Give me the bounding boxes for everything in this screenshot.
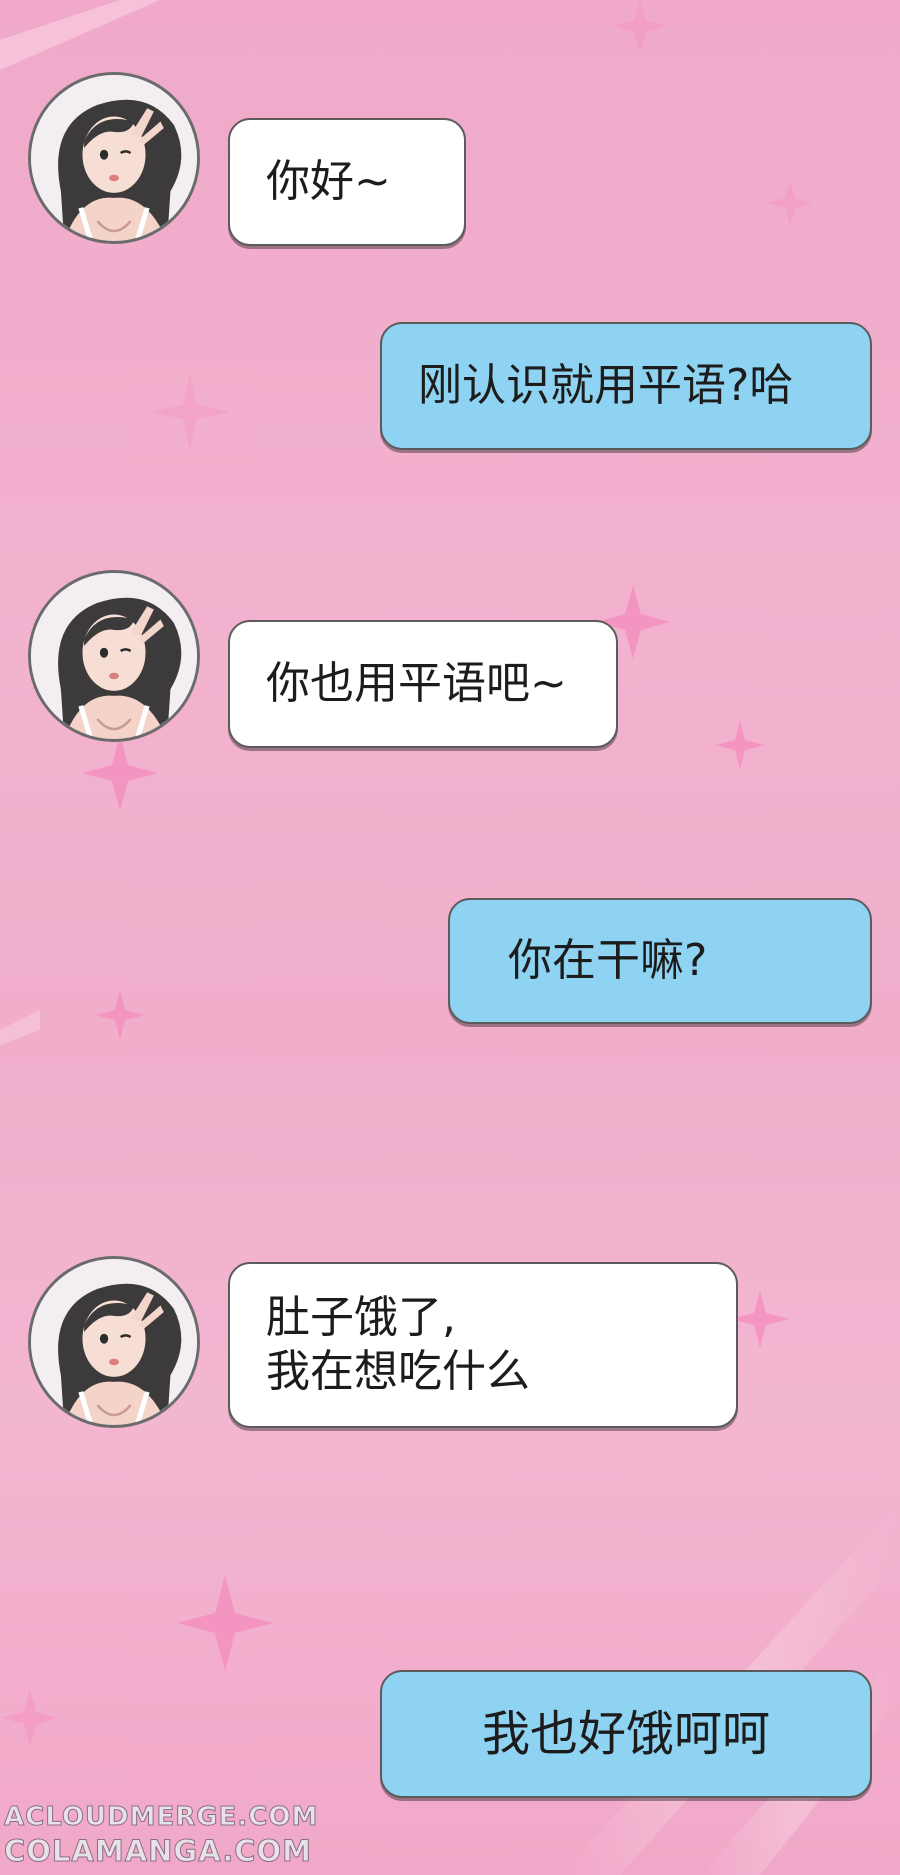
message-text: 我也好饿呵呵: [481, 1706, 770, 1762]
message-text: 刚认识就用平语?哈: [418, 360, 794, 411]
message-text: 你也用平语吧~: [266, 658, 567, 709]
sparkle-icon: [731, 1290, 789, 1348]
avatar[interactable]: [28, 72, 200, 244]
sparkle-icon: [2, 1690, 58, 1746]
message-text: 你在干嘛?: [508, 935, 708, 986]
chat-bubble-sent[interactable]: 我也好饿呵呵: [380, 1670, 872, 1798]
watermark: ACLOUDMERGE.COM: [3, 1802, 319, 1833]
chat-bubble-sent[interactable]: 你在干嘛?: [448, 898, 872, 1024]
avatar-icon: [31, 1259, 197, 1425]
chat-bubble-received[interactable]: 肚子饿了, 我在想吃什么: [228, 1262, 738, 1428]
message-text: 你好~: [266, 156, 391, 207]
avatar[interactable]: [28, 570, 200, 742]
sparkle-icon: [95, 990, 145, 1040]
sparkle-icon: [614, 0, 666, 52]
sparkle-icon: [82, 735, 158, 811]
message-text: 肚子饿了, 我在想吃什么: [266, 1292, 530, 1397]
avatar-icon: [31, 75, 197, 241]
avatar-icon: [31, 573, 197, 739]
sparkle-icon: [715, 720, 765, 770]
sparkle-icon: [150, 372, 230, 452]
sparkle-icon: [177, 1575, 273, 1671]
chat-bubble-received[interactable]: 你好~: [228, 118, 466, 246]
sparkle-icon: [767, 180, 813, 226]
chat-bubble-sent[interactable]: 刚认识就用平语?哈: [380, 322, 872, 450]
chat-bubble-received[interactable]: 你也用平语吧~: [228, 620, 618, 748]
avatar[interactable]: [28, 1256, 200, 1428]
watermark: COLAMANGA.COM: [3, 1834, 313, 1869]
